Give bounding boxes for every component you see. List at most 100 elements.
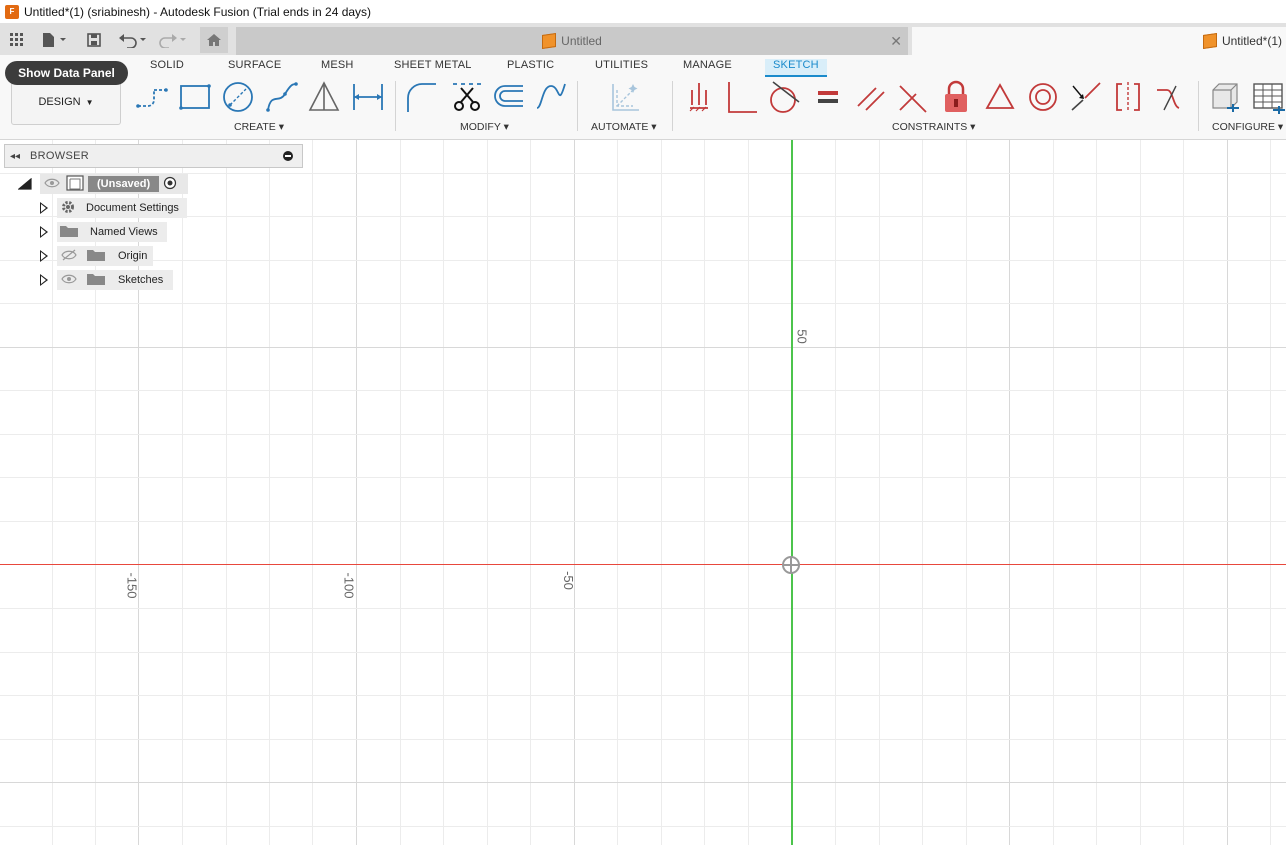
document-tab-active[interactable]: Untitled*(1): [912, 27, 1286, 55]
tree-item-document-settings[interactable]: Document Settings: [57, 198, 187, 218]
folder-icon: [87, 249, 105, 264]
component-icon: [66, 174, 84, 194]
fix-lock-icon[interactable]: [938, 79, 974, 115]
tab-utilities[interactable]: UTILITIES: [595, 59, 648, 71]
close-tab-icon[interactable]: ✕: [890, 33, 902, 50]
minimize-icon[interactable]: [283, 151, 293, 161]
visibility-eye-icon[interactable]: [61, 274, 77, 287]
parallel-icon[interactable]: [853, 79, 889, 115]
browser-panel-header[interactable]: ◂◂ BROWSER: [4, 144, 303, 168]
sketch-origin-point[interactable]: [782, 556, 800, 574]
fusion-app-icon: F: [5, 4, 19, 19]
dropdown-caret-icon: ▼: [85, 97, 94, 107]
home-icon[interactable]: [200, 27, 228, 53]
tree-item-label: Named Views: [90, 226, 158, 238]
document-tab-untitled[interactable]: Untitled ✕: [236, 27, 908, 55]
grid-line: [0, 695, 1286, 696]
ribbon-separator: [1198, 81, 1199, 131]
document-tab-row: Untitled ✕ Untitled*(1): [0, 23, 1286, 55]
midpoint-triangle-icon[interactable]: [982, 79, 1018, 115]
horizontal-vertical-icon[interactable]: [681, 79, 717, 115]
coincident-icon[interactable]: [724, 79, 760, 115]
tree-item-sketches[interactable]: Sketches: [57, 270, 173, 290]
show-data-panel-button[interactable]: Show Data Panel: [5, 61, 128, 85]
trim-icon[interactable]: [448, 79, 484, 115]
ribbon-separator: [395, 81, 396, 131]
expand-arrow-icon[interactable]: [40, 226, 48, 238]
curvature-icon[interactable]: [1153, 79, 1189, 115]
grid-line: [0, 608, 1286, 609]
grid-line: [0, 434, 1286, 435]
browser-root-row[interactable]: [18, 174, 32, 194]
y-axis: [791, 140, 793, 845]
tab-plastic[interactable]: PLASTIC: [507, 59, 554, 71]
tab-mesh[interactable]: MESH: [321, 59, 354, 71]
sketch-canvas[interactable]: -150 -100 -50 50: [0, 140, 1286, 845]
tree-item-origin[interactable]: Origin: [57, 246, 153, 266]
rectangle-icon[interactable]: [177, 79, 213, 115]
spline-icon[interactable]: [264, 79, 300, 115]
group-automate-label: AUTOMATE: [591, 121, 649, 133]
symmetry-icon[interactable]: [1110, 79, 1146, 115]
workspace-switcher[interactable]: DESIGN ▼: [11, 79, 121, 125]
visibility-eye-icon[interactable]: [44, 178, 60, 191]
grid-line: [0, 739, 1286, 740]
tree-item-label: Document Settings: [86, 202, 179, 214]
grid-line: [0, 826, 1286, 827]
activate-radio-icon[interactable]: [163, 176, 177, 193]
collinear-icon[interactable]: [1068, 79, 1104, 115]
group-constraints[interactable]: CONSTRAINTS ▾: [892, 121, 975, 133]
tab-sketch[interactable]: SKETCH: [765, 59, 827, 77]
file-menu-icon[interactable]: [38, 29, 70, 51]
dimension-icon[interactable]: [350, 79, 386, 115]
group-configure[interactable]: CONFIGURE ▾: [1212, 121, 1283, 133]
tangent-icon[interactable]: [766, 79, 802, 115]
expand-arrow-icon[interactable]: [40, 274, 48, 286]
grid-line: [0, 260, 1286, 261]
group-modify-label: MODIFY: [460, 121, 501, 133]
offset-icon[interactable]: [490, 79, 526, 115]
hidden-eye-icon[interactable]: [61, 249, 77, 264]
group-automate[interactable]: AUTOMATE ▾: [591, 121, 657, 133]
grid-line: [0, 390, 1286, 391]
app-grid-icon[interactable]: [6, 29, 28, 51]
tab-manage[interactable]: MANAGE: [683, 59, 732, 71]
browser-root[interactable]: (Unsaved): [40, 174, 188, 194]
browser-title: BROWSER: [30, 150, 89, 162]
grid-line: [0, 521, 1286, 522]
concentric-icon[interactable]: [1025, 79, 1061, 115]
line-icon[interactable]: [134, 79, 170, 115]
group-create-label: CREATE: [234, 121, 276, 133]
triangle-icon[interactable]: [306, 79, 342, 115]
table-icon[interactable]: [1250, 79, 1286, 115]
configure-icon[interactable]: [1206, 79, 1242, 115]
circle-icon[interactable]: [220, 79, 256, 115]
group-constraints-label: CONSTRAINTS: [892, 121, 968, 133]
group-modify[interactable]: MODIFY ▾: [460, 121, 509, 133]
tab-surface[interactable]: SURFACE: [228, 59, 281, 71]
equal-icon[interactable]: [810, 79, 846, 115]
expand-arrow-icon[interactable]: [40, 202, 48, 214]
collapse-panel-icon[interactable]: ◂◂: [10, 151, 20, 162]
grid-line: [0, 216, 1286, 217]
tab-sheet-metal[interactable]: SHEET METAL: [394, 59, 472, 71]
component-cube-icon: [1202, 33, 1217, 49]
grid-line: [0, 652, 1286, 653]
fillet-icon[interactable]: [403, 79, 439, 115]
save-icon[interactable]: [84, 29, 104, 51]
toolbar-ribbon: DESIGN ▼ Show Data Panel SOLID SURFACE M…: [0, 55, 1286, 140]
expand-arrow-icon[interactable]: [40, 250, 48, 262]
group-create[interactable]: CREATE ▾: [234, 121, 284, 133]
tree-item-named-views[interactable]: Named Views: [57, 222, 167, 242]
workspace-label: DESIGN: [38, 96, 81, 108]
expanded-triangle-icon[interactable]: [18, 178, 32, 190]
tab-solid[interactable]: SOLID: [150, 59, 184, 71]
x-axis-label: -50: [560, 571, 576, 590]
grid-line: [0, 303, 1286, 304]
redo-icon[interactable]: [156, 29, 190, 51]
automated-dimension-icon[interactable]: [606, 79, 642, 115]
curve-icon[interactable]: [533, 79, 569, 115]
tree-item-label: Origin: [118, 250, 148, 262]
perpendicular-icon[interactable]: [895, 79, 931, 115]
undo-icon[interactable]: [116, 29, 150, 51]
